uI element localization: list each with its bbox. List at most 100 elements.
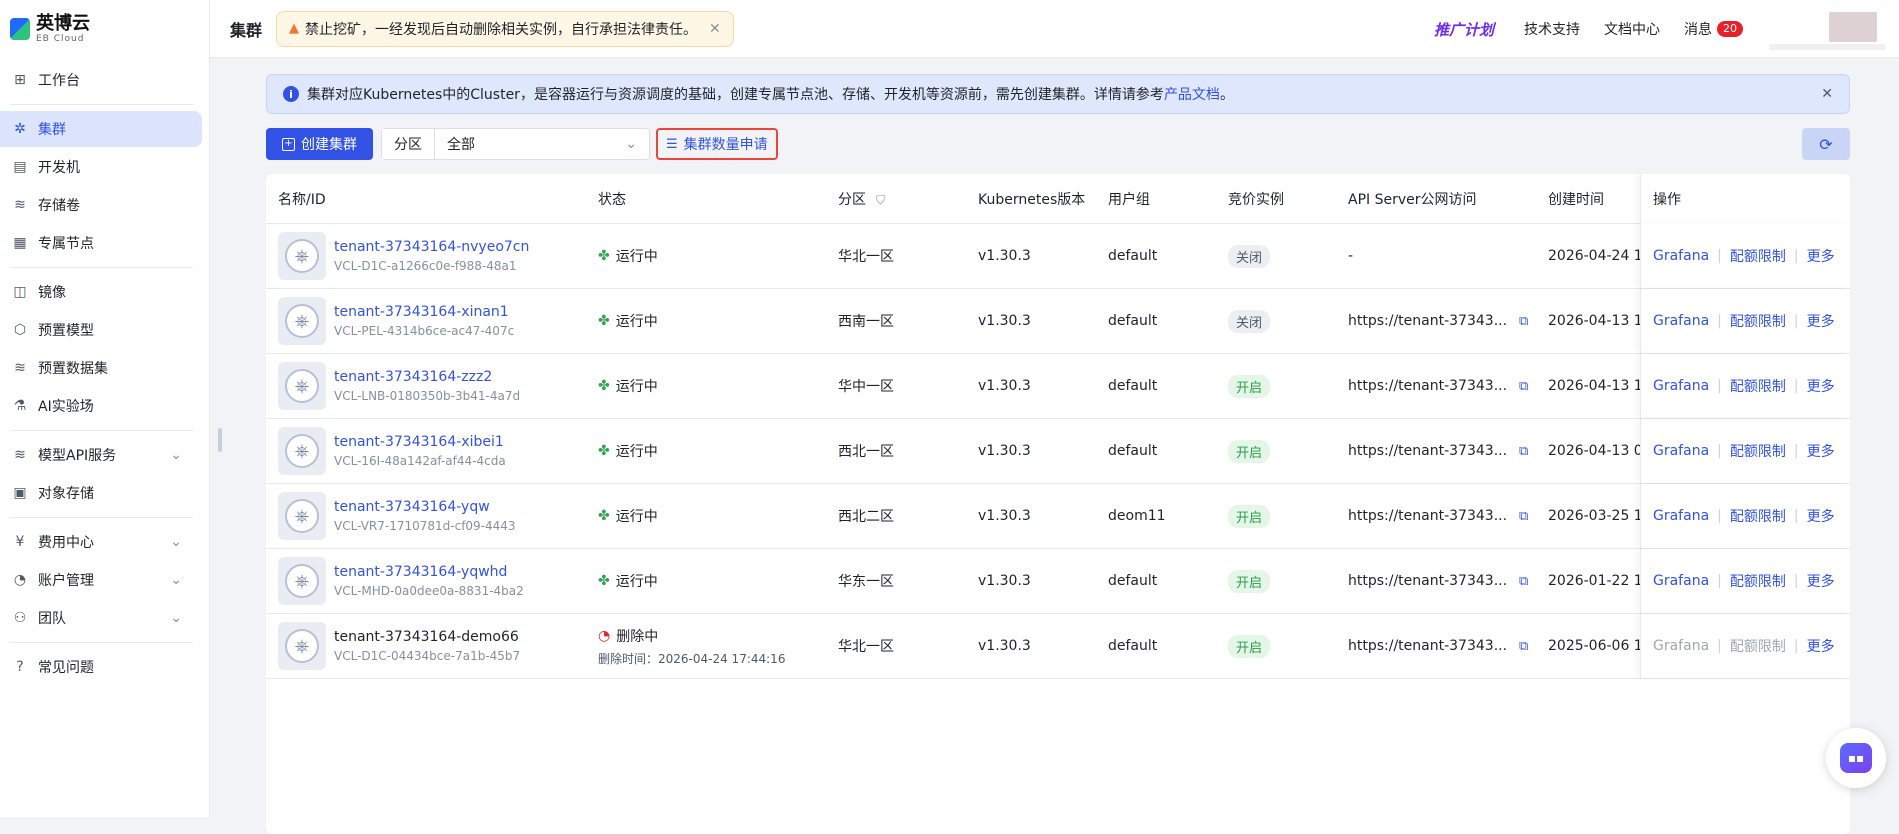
divider: | [1717,248,1722,264]
cell-api-server: https://tenant-37343... ⧉ [1336,313,1536,329]
sidebar-item-label: 镜像 [38,285,66,301]
refresh-button[interactable]: ⟳ [1802,128,1850,160]
cluster-name-link[interactable]: tenant-37343164-zzz2 [334,369,520,385]
copy-icon[interactable]: ⧉ [1519,509,1528,524]
brand-name-en: EB Cloud [36,33,85,44]
product-docs-link[interactable]: 产品文档 [1164,84,1220,104]
promo-link[interactable]: 推广计划 [1434,19,1494,40]
messages-button[interactable]: 消息 20 [1684,19,1743,39]
more-link[interactable]: 更多 [1807,441,1835,461]
close-icon[interactable]: ✕ [1821,86,1833,102]
sidebar-collapse-handle[interactable] [218,428,222,452]
col-operations: 操作 [1640,174,1850,224]
info-text: 集群对应Kubernetes中的Cluster，是容器运行与资源调度的基础，创建… [307,87,1164,103]
grafana-link[interactable]: Grafana [1653,248,1709,264]
cell-user-group: default [1108,443,1158,459]
grafana-link[interactable]: Grafana [1653,508,1709,524]
sidebar-item[interactable]: ? 常见问题 [0,649,202,685]
tech-support-link[interactable]: 技术支持 [1524,19,1580,39]
more-link[interactable]: 更多 [1807,246,1835,266]
divider: | [1717,443,1722,459]
sidebar-item[interactable]: ▦ 专属节点 [0,225,202,261]
cell-user-group: default [1108,248,1158,264]
more-link[interactable]: 更多 [1807,311,1835,331]
avatar[interactable] [1829,12,1877,42]
flask-icon: ⚗ [13,398,27,414]
table-header: 名称/ID 状态 分区 ⛉ Kubernetes版本 用户组 竞价实例 API S… [266,174,1850,224]
cluster-name-link[interactable]: tenant-37343164-xibei1 [334,434,506,450]
sidebar-item[interactable]: ✲ 集群 [0,111,202,147]
cell-region: 西南一区 [838,314,894,330]
sidebar-item-label: 模型API服务 [38,448,117,464]
cell-created-time: 2026-04-13 09 [1548,443,1640,459]
quota-limit-link[interactable]: 配额限制 [1730,311,1786,331]
col-k8s-version: Kubernetes版本 [978,191,1086,208]
sidebar-item[interactable]: ≋ 存储卷 [0,187,202,223]
kubernetes-wheel-icon: ⎈ [285,369,319,403]
cell-created-time: 2026-04-24 17: [1548,248,1640,264]
filter-icon[interactable]: ⛉ [876,193,885,207]
close-icon[interactable]: ✕ [709,21,721,37]
quota-limit-link[interactable]: 配额限制 [1730,571,1786,591]
region-label: 分区 [382,129,435,159]
grafana-link[interactable]: Grafana [1653,313,1709,329]
chat-assistant-button[interactable]: ▪▪ [1826,728,1886,788]
user-menu[interactable] [1769,6,1889,52]
copy-icon[interactable]: ⧉ [1519,314,1528,329]
cluster-name-link[interactable]: tenant-37343164-nvyeo7cn [334,239,529,255]
quota-limit-link[interactable]: 配额限制 [1730,506,1786,526]
grafana-link[interactable]: Grafana [1653,378,1709,394]
sidebar-item[interactable]: ¥ 费用中心 ⌄ [0,524,202,560]
sidebar-divider [10,642,193,643]
copy-icon[interactable]: ⧉ [1519,574,1528,589]
quota-limit-link[interactable]: 配额限制 [1730,441,1786,461]
cluster-quota-request-button[interactable]: ☰ 集群数量申请 [656,128,778,160]
chevron-down-icon: ⌄ [625,136,637,152]
sidebar-item[interactable]: ⬡ 预置模型 [0,312,202,348]
api-server-url: https://tenant-37343... [1348,443,1508,459]
copy-icon[interactable]: ⧉ [1519,639,1528,654]
cell-name: ⎈ tenant-37343164-demo66 VCL-D1C-04434bce-… [266,622,586,670]
sidebar-item[interactable]: ◫ 镜像 [0,274,202,310]
quota-limit-link[interactable]: 配额限制 [1730,246,1786,266]
docs-center-link[interactable]: 文档中心 [1604,19,1660,39]
sidebar-item[interactable]: ▤ 开发机 [0,149,202,185]
sidebar-item[interactable]: ⊞ 工作台 [0,62,202,98]
cluster-icon: ✲ [14,121,26,137]
more-link[interactable]: 更多 [1807,571,1835,591]
more-link[interactable]: 更多 [1807,506,1835,526]
kubernetes-icon: ⎈ [278,362,326,410]
region-select-value: 全部 [447,137,475,153]
copy-icon[interactable]: ⧉ [1519,444,1528,459]
running-icon: ✤ [598,573,610,589]
copy-icon[interactable]: ⧉ [1519,379,1528,394]
cell-api-server: https://tenant-37343... ⧉ [1336,573,1536,589]
chevron-down-icon: ⌄ [170,534,182,550]
main-content: i 集群对应Kubernetes中的Cluster，是容器运行与资源调度的基础，… [266,74,1850,834]
more-link[interactable]: 更多 [1807,636,1835,656]
sidebar-item[interactable]: ▣ 对象存储 [0,475,202,511]
cell-spot: 开启 [1216,374,1336,398]
divider: | [1793,638,1799,654]
more-link[interactable]: 更多 [1807,376,1835,396]
info-suffix: 。 [1219,87,1234,103]
status-line: ✤ 运行中 [598,246,826,266]
region-select[interactable]: 全部 ⌄ [435,129,649,159]
cluster-name-link[interactable]: tenant-37343164-xinan1 [334,304,514,320]
quota-limit-link[interactable]: 配额限制 [1730,376,1786,396]
grafana-link[interactable]: Grafana [1653,573,1709,589]
sidebar-item[interactable]: ≋ 预置数据集 [0,350,202,386]
cluster-name-link[interactable]: tenant-37343164-yqwhd [334,564,524,580]
sidebar-item[interactable]: ⚗ AI实验场 [0,388,202,424]
cluster-id: VCL-LNB-0180350b-3b41-4a7d [334,389,521,403]
cluster-name-link[interactable]: tenant-37343164-yqw [334,499,516,515]
logo[interactable]: 英博云 EB Cloud [0,0,209,58]
cluster-id: VCL-D1C-a1266c0e-f988-48a1 [334,259,517,273]
create-cluster-button[interactable]: + 创建集群 [266,128,373,160]
grafana-link[interactable]: Grafana [1653,443,1709,459]
cell-spot: 开启 [1216,569,1336,593]
sidebar-item[interactable]: ≋ 模型API服务 ⌄ [0,437,202,473]
sidebar-item[interactable]: ◔ 账户管理 ⌄ [0,562,202,598]
sidebar-item[interactable]: ⚇ 团队 ⌄ [0,600,202,636]
spot-status-badge: 开启 [1228,504,1271,528]
